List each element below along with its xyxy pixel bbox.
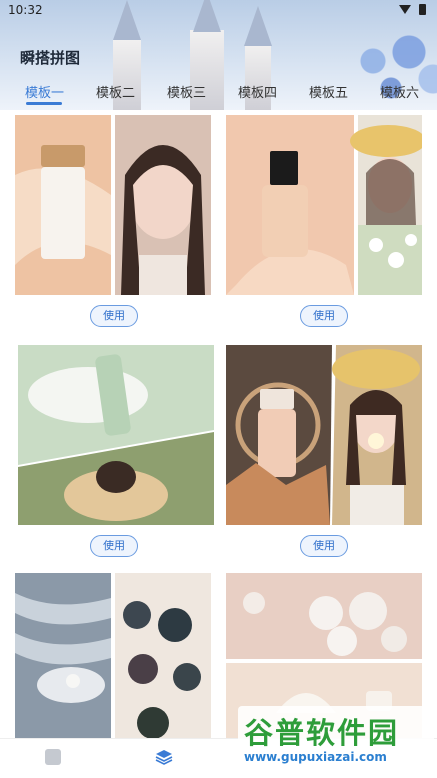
tab-template-2[interactable]: 模板二 [96,82,135,101]
battery-icon [419,4,426,15]
tab-template-1[interactable]: 模板一 [25,82,64,101]
collage-image [15,115,211,295]
template-card[interactable]: 使用 [226,345,422,557]
template-tabs: 模板一 模板二 模板三 模板四 模板五 模板六 [0,80,437,110]
active-tab-indicator [26,102,62,105]
header-banner: 10:32 瞬搭拼图 模板一 模板二 模板三 模板四 模板五 模板六 [0,0,437,110]
status-time: 10:32 [8,3,43,17]
template-card[interactable]: 使用 [18,345,214,557]
page-title: 瞬搭拼图 [20,49,81,67]
watermark-url: www.gupuxiazai.com [244,750,387,764]
wifi-icon [399,5,411,14]
layers-icon[interactable] [155,748,173,766]
template-card[interactable] [15,573,211,738]
template-card[interactable]: 使用 [15,115,211,327]
tab-template-3[interactable]: 模板三 [167,82,206,101]
home-icon[interactable] [45,749,61,765]
tab-template-5[interactable]: 模板五 [309,82,348,101]
template-preview[interactable] [15,115,211,295]
template-grid: 使用 使用 使用 使用 [0,110,437,738]
use-template-button[interactable]: 使用 [300,305,348,327]
use-template-button[interactable]: 使用 [90,305,138,327]
template-preview[interactable] [15,573,211,738]
collage-image [226,115,422,295]
use-template-button[interactable]: 使用 [90,535,138,557]
template-preview[interactable] [226,345,422,525]
template-preview[interactable] [226,115,422,295]
collage-image [226,345,422,525]
use-template-button[interactable]: 使用 [300,535,348,557]
template-card[interactable]: 使用 [226,115,422,327]
status-bar: 10:32 [0,0,437,20]
watermark-title: 谷普软件园 [244,716,400,750]
site-watermark: 谷普软件园 www.gupuxiazai.com [238,706,434,776]
tab-template-4[interactable]: 模板四 [238,82,277,101]
collage-image [18,345,214,525]
tab-template-6[interactable]: 模板六 [380,82,419,101]
collage-image [15,573,211,738]
template-preview[interactable] [18,345,214,525]
